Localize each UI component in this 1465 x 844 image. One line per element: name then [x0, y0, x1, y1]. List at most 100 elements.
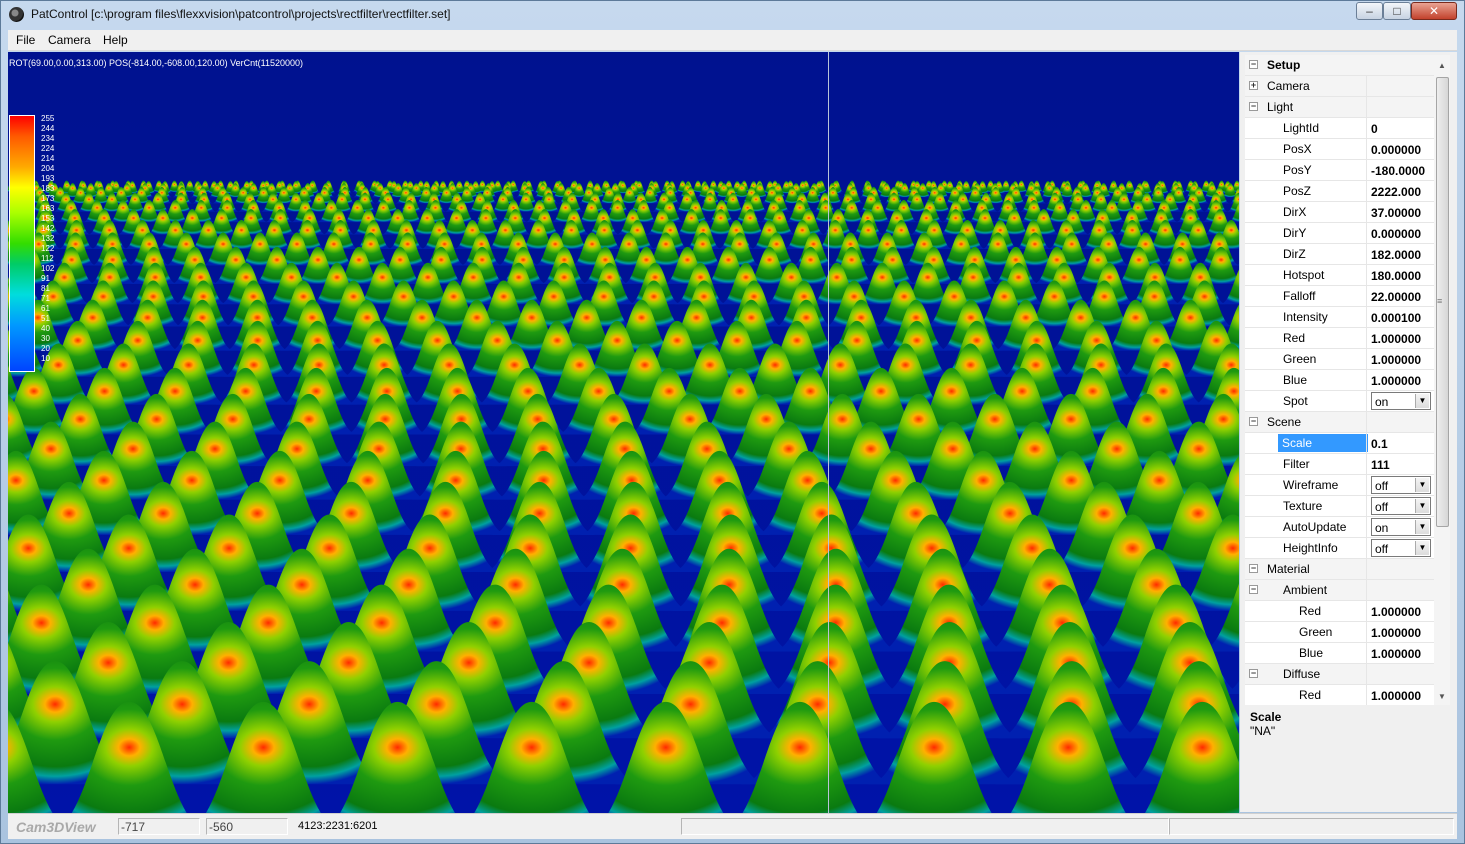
expand-toggle-icon[interactable]: − [1249, 102, 1258, 111]
property-value[interactable]: off ▼ [1366, 496, 1434, 517]
property-label: LightId [1283, 121, 1320, 135]
property-row[interactable]: Texture off ▼ [1245, 496, 1434, 517]
property-row[interactable]: DirX 37.00000 [1245, 202, 1434, 223]
property-row[interactable]: + Camera [1245, 76, 1434, 97]
app-icon[interactable] [9, 7, 24, 22]
chevron-down-icon[interactable]: ▼ [1415, 478, 1429, 492]
property-value[interactable]: 180.0000 [1366, 265, 1434, 286]
property-value[interactable]: 22.00000 [1366, 286, 1434, 307]
property-dropdown[interactable]: off ▼ [1371, 539, 1431, 557]
property-dropdown[interactable]: off ▼ [1371, 476, 1431, 494]
property-value[interactable]: 0.1 [1366, 433, 1434, 454]
property-value[interactable]: 1.000000 [1366, 328, 1434, 349]
minimize-button[interactable]: – [1356, 2, 1383, 20]
expand-toggle-icon[interactable]: − [1249, 669, 1258, 678]
property-value[interactable]: 1.000000 [1366, 643, 1434, 664]
property-value[interactable]: 1.000000 [1366, 370, 1434, 391]
menu-camera[interactable]: Camera [48, 33, 91, 47]
property-value[interactable]: -180.0000 [1366, 160, 1434, 181]
property-row[interactable]: PosY -180.0000 [1245, 160, 1434, 181]
property-row[interactable]: Blue 1.000000 [1245, 370, 1434, 391]
status-panel-2 [1169, 818, 1454, 835]
property-row[interactable]: − Diffuse [1245, 664, 1434, 685]
property-row[interactable]: HeightInfo off ▼ [1245, 538, 1434, 559]
property-label: PosZ [1283, 184, 1312, 198]
expand-toggle-icon[interactable]: − [1249, 60, 1258, 69]
property-row[interactable]: Red 1.000000 [1245, 328, 1434, 349]
property-scrollbar[interactable]: ▲ ≡ ▼ [1434, 55, 1450, 705]
property-row[interactable]: − Scene [1245, 412, 1434, 433]
property-dropdown[interactable]: off ▼ [1371, 497, 1431, 515]
scroll-down-icon[interactable]: ▼ [1438, 692, 1446, 701]
property-value[interactable]: 111 [1366, 454, 1434, 475]
property-value[interactable]: 0.000100 [1366, 307, 1434, 328]
property-grid[interactable]: − Setup + Camera − Light LightId 0 PosX 0.000000 P… [1245, 55, 1434, 705]
dropdown-value: off [1375, 500, 1389, 514]
property-row[interactable]: Scale 0.1 [1245, 433, 1434, 454]
property-row[interactable]: PosZ 2222.000 [1245, 181, 1434, 202]
property-value[interactable]: 1.000000 [1366, 349, 1434, 370]
crosshair-line [828, 52, 829, 813]
property-value[interactable]: 0.000000 [1366, 139, 1434, 160]
chevron-down-icon[interactable]: ▼ [1415, 394, 1429, 408]
property-value[interactable]: on ▼ [1366, 391, 1434, 412]
property-row[interactable]: Green 1.000000 [1245, 349, 1434, 370]
property-value[interactable]: off ▼ [1366, 538, 1434, 559]
expand-toggle-icon[interactable]: − [1249, 417, 1258, 426]
property-row[interactable]: Spot on ▼ [1245, 391, 1434, 412]
dropdown-value: off [1375, 479, 1389, 493]
expand-toggle-icon[interactable]: − [1249, 585, 1258, 594]
property-dropdown[interactable]: on ▼ [1371, 392, 1431, 410]
chevron-down-icon[interactable]: ▼ [1415, 541, 1429, 555]
menu-file[interactable]: File [16, 33, 35, 47]
property-value[interactable]: off ▼ [1366, 475, 1434, 496]
property-row[interactable]: Wireframe off ▼ [1245, 475, 1434, 496]
property-value[interactable]: 2222.000 [1366, 181, 1434, 202]
property-row[interactable]: AutoUpdate on ▼ [1245, 517, 1434, 538]
legend-label: 122 [41, 244, 55, 253]
legend-label: 91 [41, 274, 50, 283]
property-value[interactable]: 1.000000 [1366, 622, 1434, 643]
property-row[interactable]: − Setup [1245, 55, 1434, 76]
property-row[interactable]: Green 1.000000 [1245, 622, 1434, 643]
scroll-up-icon[interactable]: ▲ [1438, 61, 1446, 70]
property-row[interactable]: Filter 111 [1245, 454, 1434, 475]
property-row[interactable]: − Ambient [1245, 580, 1434, 601]
property-value[interactable]: 37.00000 [1366, 202, 1434, 223]
property-row[interactable]: − Light [1245, 97, 1434, 118]
3d-viewport[interactable]: ROT(69.00,0.00,313.00) POS(-814.00,-608.… [8, 52, 1239, 813]
property-row[interactable]: Red 1.000000 [1245, 685, 1434, 705]
property-value[interactable]: 0.000000 [1366, 223, 1434, 244]
height-map-render[interactable] [8, 52, 1239, 813]
property-row[interactable]: LightId 0 [1245, 118, 1434, 139]
property-row[interactable]: Intensity 0.000100 [1245, 307, 1434, 328]
close-button[interactable]: ✕ [1411, 2, 1457, 20]
property-label: Wireframe [1283, 478, 1339, 492]
expand-toggle-icon[interactable]: + [1249, 81, 1258, 90]
property-label: PosX [1283, 142, 1312, 156]
property-label: Camera [1267, 79, 1310, 93]
property-row[interactable]: DirY 0.000000 [1245, 223, 1434, 244]
property-dropdown[interactable]: on ▼ [1371, 518, 1431, 536]
property-value[interactable]: 182.0000 [1366, 244, 1434, 265]
property-label: Blue [1299, 646, 1324, 660]
property-value[interactable]: 0 [1366, 118, 1434, 139]
chevron-down-icon[interactable]: ▼ [1415, 520, 1429, 534]
property-label: Texture [1283, 499, 1323, 513]
maximize-button[interactable]: □ [1383, 2, 1411, 20]
property-value[interactable]: 1.000000 [1366, 685, 1434, 705]
app-window: PatControl [c:\program files\flexxvision… [0, 0, 1465, 844]
property-value[interactable]: on ▼ [1366, 517, 1434, 538]
property-row[interactable]: Blue 1.000000 [1245, 643, 1434, 664]
property-value[interactable]: 1.000000 [1366, 601, 1434, 622]
property-row[interactable]: DirZ 182.0000 [1245, 244, 1434, 265]
property-row[interactable]: Hotspot 180.0000 [1245, 265, 1434, 286]
property-row[interactable]: PosX 0.000000 [1245, 139, 1434, 160]
property-row[interactable]: Falloff 22.00000 [1245, 286, 1434, 307]
property-row[interactable]: Red 1.000000 [1245, 601, 1434, 622]
menu-help[interactable]: Help [103, 33, 128, 47]
property-row[interactable]: − Material [1245, 559, 1434, 580]
property-label: PosY [1283, 163, 1312, 177]
chevron-down-icon[interactable]: ▼ [1415, 499, 1429, 513]
expand-toggle-icon[interactable]: − [1249, 564, 1258, 573]
